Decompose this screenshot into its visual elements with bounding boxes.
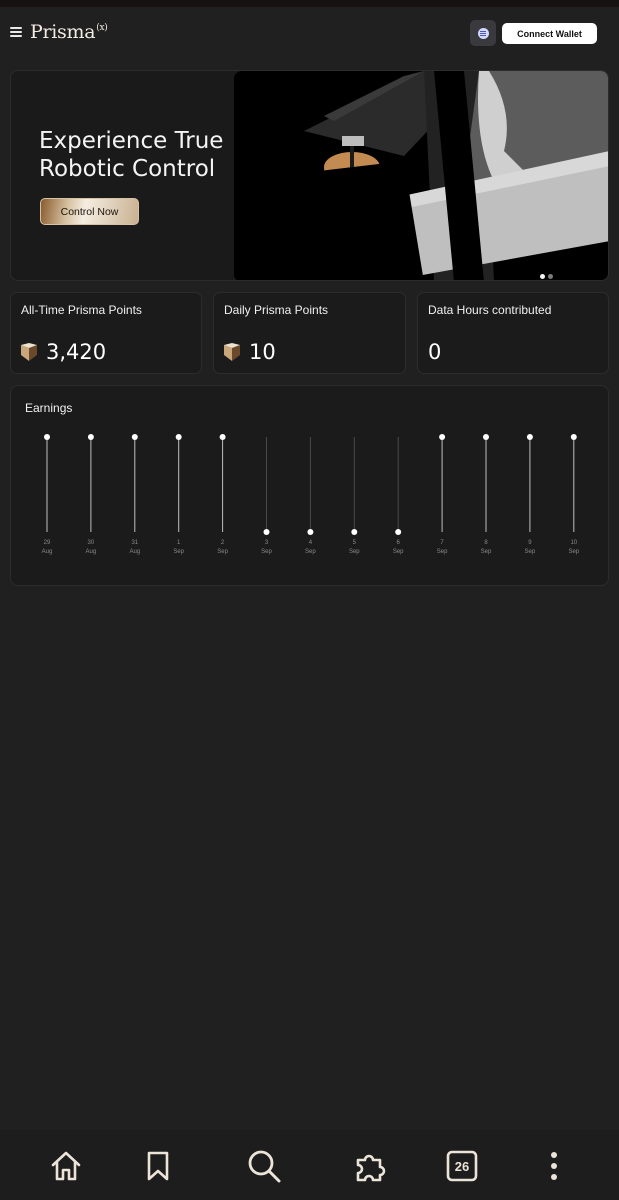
carousel-dot-2[interactable]: [548, 274, 553, 279]
chart-point[interactable]: [570, 434, 577, 440]
connect-wallet-button[interactable]: Connect Wallet: [502, 23, 597, 44]
chart-point[interactable]: [175, 434, 182, 440]
x-tick-month: Sep: [481, 549, 492, 555]
x-tick-month: Aug: [129, 549, 140, 555]
chart-point[interactable]: [263, 529, 270, 535]
earnings-chart: 29 Aug 30 Aug 31 Aug 1 Sep 2 Sep 3 Sep 4 Sep 5 Sep 6 Sep 7…: [42, 434, 580, 555]
stat-card-data-hours: Data Hours contributed 0: [417, 292, 609, 374]
chart-point[interactable]: [351, 529, 358, 535]
hero-banner: Experience True Robotic Control Control …: [10, 70, 609, 281]
home-icon[interactable]: [48, 1148, 84, 1184]
x-tick-day: 3: [265, 540, 269, 546]
x-tick-month: Sep: [393, 549, 404, 555]
stat-label: Daily Prisma Points: [224, 303, 329, 317]
x-tick-month: Sep: [349, 549, 360, 555]
stat-label: Data Hours contributed: [428, 303, 552, 317]
chart-point[interactable]: [87, 434, 94, 440]
x-tick-month: Sep: [173, 549, 184, 555]
wallet-provider-button[interactable]: [470, 20, 496, 46]
x-tick-day: 29: [44, 540, 51, 546]
x-tick-day: 1: [177, 540, 181, 546]
stat-card-all-time-points: All-Time Prisma Points 3,420: [10, 292, 202, 374]
x-tick-month: Sep: [568, 549, 579, 555]
x-tick-day: 5: [353, 540, 357, 546]
app-header: Prisma(x) Connect Wallet: [0, 7, 619, 61]
stat-value: 3,420: [46, 340, 107, 364]
stat-value: 0: [428, 340, 442, 364]
x-tick-month: Sep: [305, 549, 316, 555]
more-vertical-icon[interactable]: [536, 1148, 572, 1184]
x-tick-day: 10: [570, 540, 577, 546]
status-strip: [0, 0, 619, 7]
search-icon[interactable]: [246, 1148, 282, 1184]
x-tick-month: Sep: [217, 549, 228, 555]
x-tick-month: Aug: [86, 549, 97, 555]
chart-point[interactable]: [131, 434, 138, 440]
hero-robot-image[interactable]: [234, 71, 608, 280]
x-tick-day: 6: [397, 540, 401, 546]
stat-value: 10: [249, 340, 276, 364]
chart-point[interactable]: [526, 434, 533, 440]
stat-label: All-Time Prisma Points: [21, 303, 142, 317]
earnings-card: Earnings 29 Aug 30 Aug 31 Aug 1 Sep 2 Sep 3 Sep 4 Sep…: [10, 385, 609, 586]
tabs-counter-icon[interactable]: 26: [444, 1148, 480, 1184]
bookmark-icon[interactable]: [140, 1148, 176, 1184]
wallet-provider-icon: [477, 27, 489, 39]
chart-point[interactable]: [219, 434, 226, 440]
chart-point[interactable]: [395, 529, 402, 535]
carousel-dots[interactable]: [540, 274, 553, 279]
tab-count: 26: [455, 1159, 469, 1174]
x-tick-day: 8: [484, 540, 488, 546]
x-tick-day: 7: [440, 540, 444, 546]
puzzle-icon[interactable]: [353, 1148, 389, 1184]
x-tick-month: Aug: [42, 549, 53, 555]
x-tick-day: 31: [131, 540, 138, 546]
control-now-button[interactable]: Control Now: [40, 198, 139, 225]
x-tick-month: Sep: [437, 549, 448, 555]
x-tick-day: 2: [221, 540, 225, 546]
stat-card-daily-points: Daily Prisma Points 10: [213, 292, 406, 374]
x-tick-day: 9: [528, 540, 532, 546]
x-tick-day: 4: [309, 540, 313, 546]
hamburger-menu-icon[interactable]: [10, 27, 22, 37]
x-tick-month: Sep: [261, 549, 272, 555]
chart-point[interactable]: [483, 434, 489, 440]
prisma-logo[interactable]: Prisma(x): [30, 21, 108, 43]
x-tick-month: Sep: [525, 549, 536, 555]
chart-point[interactable]: [44, 434, 50, 440]
chart-point[interactable]: [439, 434, 446, 440]
hero-title: Experience True Robotic Control: [39, 128, 224, 182]
chart-point[interactable]: [307, 529, 314, 535]
prisma-points-icon: [224, 343, 240, 361]
carousel-dot-1[interactable]: [540, 274, 545, 279]
bottom-navigation: 26: [0, 1130, 619, 1200]
x-tick-day: 30: [88, 540, 95, 546]
prisma-points-icon: [21, 343, 37, 361]
